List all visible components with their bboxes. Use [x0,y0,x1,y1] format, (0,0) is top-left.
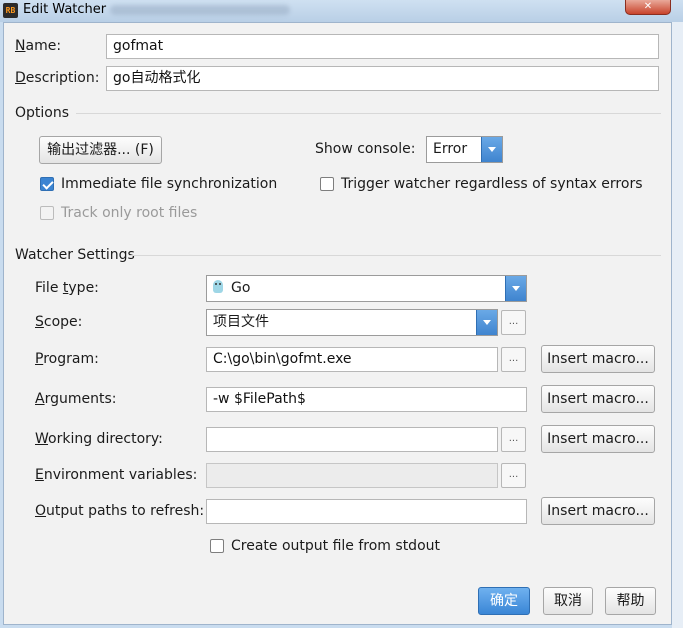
working-directory-label: Working directory: [35,431,163,447]
create-output-checkbox[interactable] [210,539,224,553]
background-window-edge [672,22,683,628]
output-paths-label: Output paths to refresh: [35,503,205,519]
program-insert-macro-button[interactable]: Insert macro... [541,345,655,373]
scope-label: Scope: [35,314,83,330]
show-console-select[interactable]: Error [426,136,503,163]
immediate-sync-label: Immediate file synchronization [61,176,278,192]
trigger-watcher-checkbox[interactable] [320,177,334,191]
output-filter-button[interactable]: 输出过滤器... (F) [39,136,162,164]
scope-value: 项目文件 [213,314,269,330]
chevron-down-icon[interactable] [505,276,526,301]
arguments-field[interactable]: -w $FilePath$ [206,387,527,412]
cancel-button[interactable]: 取消 [543,587,593,615]
arguments-label: Arguments: [35,391,117,407]
ok-button[interactable]: 确定 [478,587,530,615]
name-label: Name: [15,38,62,54]
file-type-select[interactable]: Go [206,275,527,302]
description-label: Description: [15,70,100,86]
close-button[interactable]: ✕ [625,0,671,15]
working-directory-insert-macro-button[interactable]: Insert macro... [541,425,655,453]
watcher-settings-divider [129,255,661,256]
chevron-down-icon[interactable] [481,137,502,162]
output-paths-insert-macro-button[interactable]: Insert macro... [541,497,655,525]
edit-watcher-dialog: Name: gofmat Description: go自动格式化 Option… [3,22,672,625]
title-bar: RB Edit Watcher ✕ [0,0,683,22]
description-field[interactable]: go自动格式化 [106,66,659,91]
program-label: Program: [35,351,99,367]
options-section-title: Options [15,105,70,121]
name-field[interactable]: gofmat [106,34,659,59]
environment-variables-browse-button[interactable]: ... [501,463,526,488]
gopher-icon [213,280,223,293]
file-type-label: File type: [35,280,99,296]
trigger-watcher-label: Trigger watcher regardless of syntax err… [341,176,643,192]
environment-variables-label: Environment variables: [35,467,198,483]
output-paths-field[interactable] [206,499,527,524]
scope-select[interactable]: 项目文件 [206,309,498,336]
create-output-label: Create output file from stdout [231,538,440,554]
show-console-label: Show console: [315,141,416,157]
track-root-checkbox[interactable] [40,206,54,220]
show-console-value: Error [433,141,468,157]
immediate-sync-checkbox[interactable] [40,177,54,191]
app-icon: RB [3,3,18,18]
help-button[interactable]: 帮助 [605,587,656,615]
chevron-down-icon[interactable] [476,310,497,335]
environment-variables-field[interactable] [206,463,498,488]
program-field[interactable]: C:\go\bin\gofmt.exe [206,347,498,372]
scope-browse-button[interactable]: ... [501,310,526,335]
program-browse-button[interactable]: ... [501,347,526,372]
arguments-insert-macro-button[interactable]: Insert macro... [541,385,655,413]
working-directory-field[interactable] [206,427,498,452]
file-type-value: Go [231,280,251,296]
working-directory-browse-button[interactable]: ... [501,427,526,452]
watcher-settings-section-title: Watcher Settings [15,247,135,263]
options-divider [76,113,661,114]
background-window-title [110,5,290,15]
window-title: Edit Watcher [23,2,107,17]
track-root-label: Track only root files [61,205,198,221]
